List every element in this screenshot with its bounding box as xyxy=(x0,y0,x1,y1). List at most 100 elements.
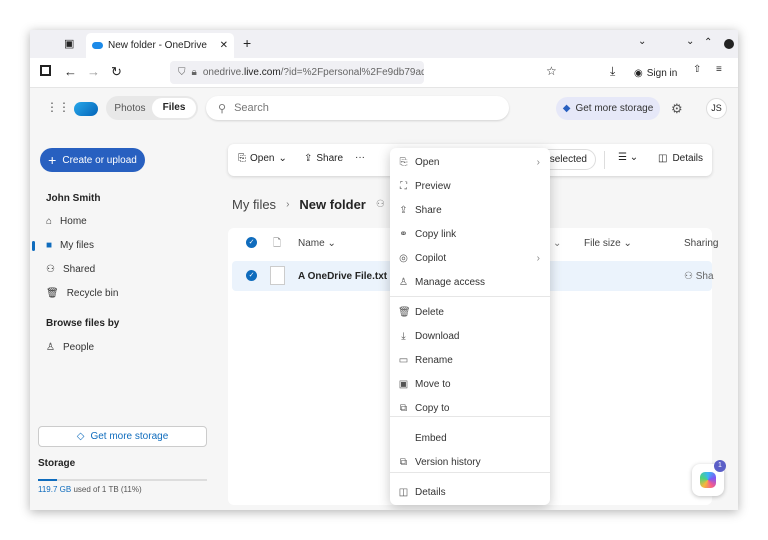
files-tab[interactable]: Files xyxy=(152,98,196,118)
people-icon: ⚇ xyxy=(684,271,693,282)
menu-item-embed[interactable]: Embed xyxy=(390,427,550,449)
copy-link-icon: ⚭ xyxy=(399,228,408,240)
menu-item-manage-access[interactable]: ♙ Manage access xyxy=(390,271,550,293)
sidebar-item-recycle-bin[interactable]: 🗑︎ Recycle bin xyxy=(46,288,118,299)
select-all-checkbox[interactable]: ✓ xyxy=(246,237,257,248)
sidebar-item-home[interactable]: ⌂ Home xyxy=(46,216,87,227)
menu-item-preview[interactable]: ⛶ Preview xyxy=(390,175,550,197)
avatar[interactable]: JS xyxy=(706,98,727,119)
view-switcher: Photos Files xyxy=(106,96,198,120)
tab-bar: ▣ New folder - OneDrive ✕ + ⌄ ⌄ ⌃ xyxy=(30,30,738,58)
preview-icon: ⛶ xyxy=(400,180,407,192)
menu-item-rename[interactable]: ▭ Rename xyxy=(390,349,550,371)
submenu-chevron-icon: › xyxy=(536,156,540,168)
details-pane-icon: ◫ xyxy=(658,153,668,164)
diamond-icon: ◆ xyxy=(562,103,571,114)
home-icon: ⌂ xyxy=(46,216,53,227)
column-header-sharing[interactable]: Sharing xyxy=(684,238,718,249)
downloads-icon[interactable]: ⤓ xyxy=(610,64,615,79)
storage-heading: Storage xyxy=(38,458,76,469)
app-launcher-icon[interactable]: ⋮⋮ xyxy=(46,100,70,114)
breadcrumb-my-files[interactable]: My files xyxy=(232,197,276,212)
open-icon: ⎘ xyxy=(238,153,246,164)
details-button[interactable]: ◫ Details xyxy=(658,153,703,164)
version-history-icon: ⧉ xyxy=(399,456,408,468)
context-menu: ⎘ Open › ⛶ Preview ⇪ Share ⚭ Copy link ◎ Copilot › ♙… xyxy=(390,148,550,505)
copilot-icon xyxy=(700,472,716,488)
list-tabs-icon[interactable]: ⌄ xyxy=(638,36,646,47)
menu-item-share[interactable]: ⇪ Share xyxy=(390,199,550,221)
get-more-storage-button[interactable]: ◆ Get more storage xyxy=(556,97,660,120)
sign-in-button[interactable]: ◉ Sign in xyxy=(630,62,681,84)
sidebar-get-more-storage-button[interactable]: ◇ Get more storage xyxy=(38,426,207,447)
menu-item-version-history[interactable]: ⧉ Version history xyxy=(390,451,550,473)
menu-item-open[interactable]: ⎘ Open › xyxy=(390,151,550,173)
submenu-chevron-icon: › xyxy=(536,252,540,264)
menu-icon[interactable]: ≡ xyxy=(716,64,722,75)
row-checkbox[interactable]: ✓ xyxy=(246,270,257,281)
storage-text: 119.7 GB used of 1 TB (11%) xyxy=(38,485,142,494)
minimize-icon[interactable]: ⌄ xyxy=(686,36,694,47)
view-options-icon[interactable]: ☰ ⌄ xyxy=(618,152,638,163)
sidebar-item-my-files[interactable]: ■ My files xyxy=(46,240,94,251)
tab-overview-icon[interactable]: ▣ xyxy=(64,37,74,50)
share-icon: ⇪ xyxy=(399,204,408,216)
copilot-button[interactable]: 1 xyxy=(692,460,726,496)
open-icon: ⎘ xyxy=(399,156,408,168)
people-icon: ⚇ xyxy=(46,264,55,275)
rename-icon: ▭ xyxy=(398,354,409,366)
menu-item-details[interactable]: ◫ Details xyxy=(390,481,550,503)
file-name[interactable]: A OneDrive File.txt xyxy=(298,271,387,282)
sidebar-item-people[interactable]: ♙ People xyxy=(46,342,94,353)
settings-gear-icon[interactable]: ⚙ xyxy=(671,101,683,117)
new-tab-icon[interactable]: + xyxy=(243,35,251,51)
bookmark-star-icon[interactable]: ☆ xyxy=(546,64,557,78)
menu-separator xyxy=(390,416,550,417)
maximize-icon[interactable]: ⌃ xyxy=(704,37,712,48)
account-icon: ◉ xyxy=(634,67,643,79)
extensions-icon[interactable]: ⇧ xyxy=(693,64,701,75)
menu-item-delete[interactable]: 🗑︎ Delete xyxy=(390,301,550,323)
copy-to-icon: ⧉ xyxy=(399,402,408,414)
reload-icon[interactable]: ↻ xyxy=(111,64,122,80)
menu-item-download[interactable]: ⤓ Download xyxy=(390,325,550,347)
storage-bar-fill xyxy=(38,479,57,481)
close-window-icon[interactable] xyxy=(724,39,734,49)
onedrive-favicon xyxy=(92,42,103,49)
share-button[interactable]: ⇪ Share xyxy=(304,153,343,164)
storage-used-link[interactable]: 119.7 GB xyxy=(38,485,71,494)
active-indicator xyxy=(32,241,35,251)
create-or-upload-button[interactable]: + Create or upload xyxy=(40,148,145,172)
menu-item-move-to[interactable]: ▣ Move to xyxy=(390,373,550,395)
sidebar-toggle-icon[interactable] xyxy=(40,65,51,76)
open-button[interactable]: ⎘ Open ⌄ xyxy=(238,153,287,164)
lock-icon: 🔒︎ xyxy=(191,67,197,78)
browser-window: ▣ New folder - OneDrive ✕ + ⌄ ⌄ ⌃ ← → ↻ … xyxy=(30,30,738,510)
column-header-file-size[interactable]: File size ⌄ xyxy=(584,238,632,249)
menu-item-copilot[interactable]: ◎ Copilot › xyxy=(390,247,550,269)
txt-file-icon xyxy=(270,266,285,285)
diamond-icon: ◇ xyxy=(76,431,85,442)
move-to-icon: ▣ xyxy=(398,378,409,390)
back-icon[interactable]: ← xyxy=(64,64,77,79)
browser-tab[interactable]: New folder - OneDrive ✕ xyxy=(86,33,234,58)
address-bar[interactable]: ⛉ 🔒︎ onedrive.live.com/?id=%2Fpersonal%2F… xyxy=(170,61,424,84)
browse-heading: Browse files by xyxy=(46,318,120,329)
copilot-icon: ◎ xyxy=(399,252,408,264)
forward-icon[interactable]: → xyxy=(87,64,100,79)
breadcrumb-current: New folder xyxy=(299,197,366,212)
search-icon: ⚲ xyxy=(218,102,227,115)
breadcrumb: My files › New folder ⚇ xyxy=(232,197,385,212)
more-button[interactable]: ··· xyxy=(355,152,365,163)
menu-separator xyxy=(390,472,550,473)
close-tab-icon[interactable]: ✕ xyxy=(220,40,228,51)
nav-toolbar: ← → ↻ ⛉ 🔒︎ onedrive.live.com/?id=%2Fperso… xyxy=(30,58,738,88)
search-input[interactable]: ⚲ Search xyxy=(206,96,509,120)
menu-item-copy-link[interactable]: ⚭ Copy link xyxy=(390,223,550,245)
photos-tab[interactable]: Photos xyxy=(108,103,152,114)
sidebar-item-shared[interactable]: ⚇ Shared xyxy=(46,264,95,275)
notification-badge: 1 xyxy=(714,460,726,472)
manage-access-icon: ♙ xyxy=(399,276,408,288)
trash-icon: 🗑︎ xyxy=(46,288,59,299)
column-header-name[interactable]: Name ⌄ xyxy=(298,238,336,249)
